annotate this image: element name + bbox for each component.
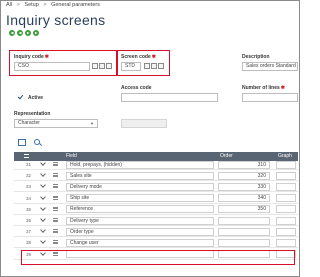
row-number: 32 [26, 173, 32, 179]
breadcrumb-separator: > [43, 2, 47, 8]
representation-label: Representation [14, 111, 51, 117]
order-cell[interactable] [218, 216, 270, 225]
graph-cell[interactable] [276, 160, 296, 169]
order-cell[interactable]: 340 [218, 194, 270, 203]
table-row[interactable]: 31 Hold, prepays, (hidden) 310 [14, 159, 298, 170]
description-label: Description [242, 54, 270, 60]
row-number: 35 [26, 206, 32, 212]
graph-cell[interactable] [276, 182, 296, 191]
first-record-button[interactable] [9, 30, 15, 36]
column-menu-icon[interactable] [24, 154, 29, 158]
chevron-down-icon[interactable] [40, 238, 46, 245]
order-cell[interactable]: 310 [218, 160, 270, 169]
chevron-down-icon[interactable] [40, 204, 46, 211]
chevron-down-icon[interactable] [40, 160, 46, 166]
breadcrumb-setup[interactable]: Setup [24, 2, 38, 8]
row-number: 33 [26, 184, 32, 190]
row-number: 31 [26, 162, 32, 167]
row-number: 34 [26, 195, 32, 201]
breadcrumb-general-parameters[interactable]: General parameters [51, 2, 100, 8]
representation-select[interactable]: Character ▼ [14, 119, 98, 128]
order-cell[interactable]: 320 [218, 171, 270, 180]
row-menu-icon[interactable] [53, 218, 58, 222]
row-menu-icon[interactable] [53, 173, 58, 178]
graph-cell[interactable] [276, 227, 296, 236]
field-cell[interactable]: Change user [66, 238, 214, 247]
representation-value: Character [18, 120, 40, 126]
graph-cell[interactable] [276, 216, 296, 225]
description-field[interactable]: Sales orders Standard [242, 62, 298, 71]
chevron-down-icon[interactable] [40, 216, 46, 222]
field-cell[interactable]: Delivery mode [66, 182, 214, 191]
table-row[interactable]: 38 Change user [14, 237, 298, 249]
screen-code-highlight [116, 50, 170, 76]
chevron-down-icon[interactable] [40, 193, 46, 200]
row-menu-icon[interactable] [53, 240, 58, 245]
active-checkbox[interactable] [18, 94, 24, 100]
row-menu-icon[interactable] [53, 162, 58, 166]
next-record-button[interactable] [25, 30, 31, 36]
row-number: 36 [26, 218, 32, 223]
number-of-lines-label: Number of lines✱ [242, 85, 285, 91]
order-cell[interactable]: 330 [218, 182, 270, 191]
order-cell[interactable] [218, 238, 270, 247]
active-label: Active [28, 95, 44, 101]
field-cell[interactable]: Hold, prepays, (hidden) [66, 160, 214, 169]
disabled-field [121, 119, 167, 128]
breadcrumb-separator: > [16, 2, 20, 8]
graph-cell[interactable] [276, 238, 296, 247]
chevron-down-icon: ▼ [90, 121, 94, 126]
field-cell[interactable]: Order type [66, 227, 214, 236]
inquiry-code-highlight [9, 50, 118, 76]
breadcrumb-all[interactable]: All [6, 2, 12, 8]
table-row[interactable]: 34 Ship site 340 [14, 193, 298, 204]
page-title: Inquiry screens [6, 12, 106, 28]
number-of-lines-field[interactable] [242, 93, 298, 102]
breadcrumb: All > Setup > General parameters [6, 2, 103, 8]
table-row[interactable]: 32 Sales site 320 [14, 170, 298, 182]
row-number: 38 [26, 240, 32, 246]
chevron-down-icon[interactable] [40, 182, 46, 189]
graph-cell[interactable] [276, 194, 296, 203]
previous-record-button[interactable] [17, 30, 23, 36]
order-cell[interactable] [218, 227, 270, 236]
row-number: 37 [26, 229, 32, 235]
order-cell[interactable]: 350 [218, 205, 270, 214]
field-cell[interactable]: Sales site [66, 171, 214, 180]
row-menu-icon[interactable] [53, 195, 58, 200]
row-menu-icon[interactable] [53, 206, 58, 211]
chevron-down-icon[interactable] [40, 171, 46, 178]
row-menu-icon[interactable] [53, 184, 58, 189]
field-cell[interactable]: Ship site [66, 194, 214, 203]
table-row[interactable]: 35 Reference 350 [14, 204, 298, 215]
table-row[interactable]: 33 Delivery mode 330 [14, 181, 298, 193]
table-icon[interactable] [18, 139, 26, 146]
graph-cell[interactable] [276, 205, 296, 214]
access-code-field[interactable] [121, 93, 218, 102]
field-cell[interactable]: Reference [66, 205, 214, 214]
graph-cell[interactable] [276, 171, 296, 180]
last-record-button[interactable] [33, 30, 39, 36]
access-code-label: Access code [121, 85, 152, 91]
required-marker: ✱ [280, 85, 285, 91]
row-menu-icon[interactable] [53, 229, 58, 234]
table-row[interactable]: 37 Order type [14, 226, 298, 238]
change-user-highlight [21, 250, 295, 265]
chevron-down-icon[interactable] [40, 227, 46, 234]
field-cell[interactable]: Delivery type [66, 216, 214, 225]
table-row[interactable]: 36 Delivery type [14, 215, 298, 226]
